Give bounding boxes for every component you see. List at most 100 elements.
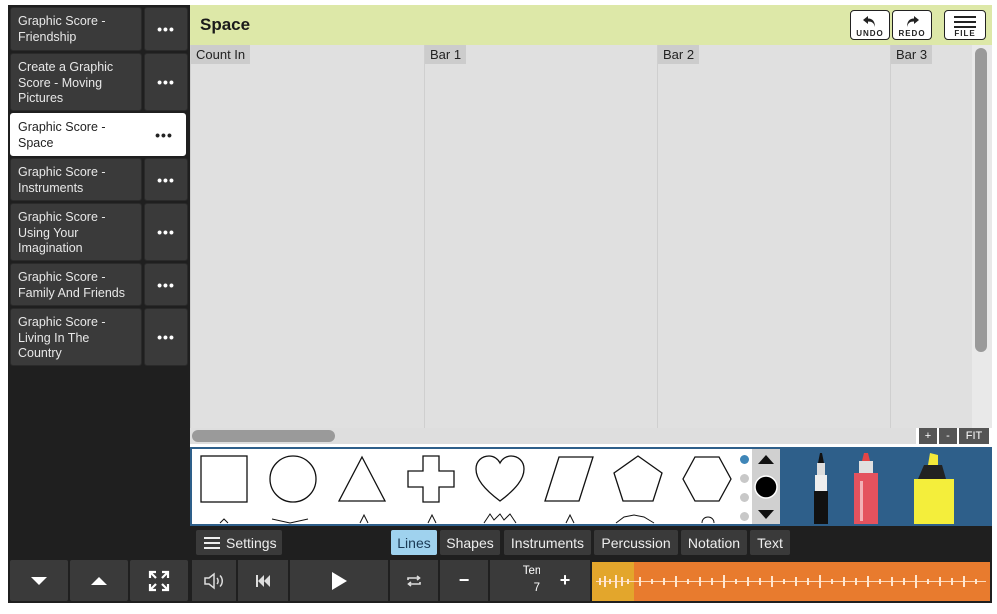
move-up-button[interactable] xyxy=(70,560,128,601)
volume-button[interactable] xyxy=(192,560,236,601)
page-dot-active[interactable] xyxy=(740,455,749,464)
project-title[interactable]: Graphic Score - Space xyxy=(10,113,142,156)
file-menu-button[interactable]: FILE xyxy=(944,10,986,40)
bar-label: Bar 3 xyxy=(891,45,933,64)
project-more-button[interactable]: ••• xyxy=(144,263,188,306)
menu-icon xyxy=(204,536,220,549)
horizontal-scrollbar[interactable] xyxy=(190,428,916,444)
project-title[interactable]: Create a Graphic Score - Moving Pictures xyxy=(10,53,142,111)
project-sidebar: Graphic Score - Friendship ••• Create a … xyxy=(8,5,190,603)
project-title[interactable]: Graphic Score - Family And Friends xyxy=(10,263,142,306)
selected-color-swatch[interactable] xyxy=(754,475,778,499)
arrow-down-icon[interactable] xyxy=(757,509,775,521)
arrow-up-icon[interactable] xyxy=(757,453,775,465)
drawing-palette xyxy=(190,447,992,526)
tab-notation[interactable]: Notation xyxy=(681,530,747,555)
fullscreen-button[interactable] xyxy=(130,560,188,601)
canvas-footer: + - FIT xyxy=(190,428,992,446)
bar-label: Bar 2 xyxy=(658,45,700,64)
project-title[interactable]: Graphic Score - Living In The Country xyxy=(10,308,142,366)
zoom-fit-button[interactable]: FIT xyxy=(959,428,989,444)
tool-tabs: Settings Lines Shapes Instruments Percus… xyxy=(190,526,992,558)
play-button[interactable] xyxy=(290,560,388,601)
tab-shapes[interactable]: Shapes xyxy=(440,530,500,555)
zoom-out-button[interactable]: - xyxy=(939,428,957,444)
play-icon xyxy=(332,571,347,590)
horizontal-scroll-thumb[interactable] xyxy=(192,430,335,442)
project-more-button[interactable]: ••• xyxy=(144,53,188,111)
zoom-in-button[interactable]: + xyxy=(919,428,937,444)
project-item[interactable]: Graphic Score - Friendship ••• xyxy=(10,7,188,51)
pentagon-shape-icon[interactable] xyxy=(612,453,664,505)
project-title[interactable]: Graphic Score - Friendship xyxy=(10,7,142,51)
chevron-down-icon xyxy=(31,576,47,585)
page-title: Space xyxy=(200,15,251,34)
score-canvas[interactable]: Count In Bar 1 Bar 2 Bar 3 xyxy=(190,45,992,428)
project-item[interactable]: Graphic Score - Living In The Country ••… xyxy=(10,308,188,366)
settings-label: Settings xyxy=(226,534,277,551)
project-item[interactable]: Graphic Score - Using Your Imagination •… xyxy=(10,203,188,261)
drawing-tools-panel xyxy=(780,449,990,524)
tab-percussion[interactable]: Percussion xyxy=(594,530,678,555)
page-dot[interactable] xyxy=(740,512,749,521)
project-more-button[interactable]: ••• xyxy=(144,203,188,261)
project-item[interactable]: Create a Graphic Score - Moving Pictures… xyxy=(10,53,188,111)
palette-page-indicator xyxy=(738,453,750,523)
redo-icon xyxy=(907,16,919,27)
project-title[interactable]: Graphic Score - Instruments xyxy=(10,158,142,201)
tempo-decrease-button[interactable]: − xyxy=(440,560,488,601)
bar-column[interactable]: Count In xyxy=(190,45,424,428)
fullscreen-icon xyxy=(148,570,170,591)
bar-label: Bar 1 xyxy=(425,45,467,64)
hamburger-icon xyxy=(954,16,976,28)
project-title[interactable]: Graphic Score - Using Your Imagination xyxy=(10,203,142,261)
project-more-button[interactable]: ••• xyxy=(144,158,188,201)
move-down-button[interactable] xyxy=(10,560,68,601)
yellow-highlighter-icon[interactable] xyxy=(904,451,960,524)
circle-shape-icon[interactable] xyxy=(267,453,319,505)
triangle-shape-icon[interactable] xyxy=(336,453,388,505)
rewind-button[interactable] xyxy=(238,560,288,601)
cross-shape-icon[interactable] xyxy=(405,453,457,505)
vertical-scrollbar[interactable] xyxy=(972,45,992,428)
hexagon-shape-icon[interactable] xyxy=(681,453,733,505)
loop-icon xyxy=(407,574,421,587)
project-more-button[interactable]: ••• xyxy=(144,7,188,51)
undo-icon xyxy=(863,16,875,27)
tab-text[interactable]: Text xyxy=(750,530,790,555)
tab-instruments[interactable]: Instruments xyxy=(504,530,591,555)
timeline-waveform[interactable] xyxy=(592,562,990,601)
undo-label: UNDO xyxy=(856,29,884,38)
redo-label: REDO xyxy=(898,29,926,38)
transport-bar: − Tempo 72 + xyxy=(190,558,992,603)
shapes-panel xyxy=(192,449,752,524)
black-marker-icon[interactable] xyxy=(806,451,836,524)
page-dot[interactable] xyxy=(740,474,749,483)
vertical-scroll-thumb[interactable] xyxy=(975,48,987,352)
app-window: Graphic Score - Friendship ••• Create a … xyxy=(0,0,997,614)
window-frame-right xyxy=(992,0,997,614)
skip-back-icon xyxy=(256,574,270,587)
bar-column[interactable]: Bar 2 xyxy=(657,45,891,428)
undo-button[interactable]: UNDO xyxy=(850,10,890,40)
tab-lines[interactable]: Lines xyxy=(391,530,437,555)
bar-column[interactable]: Bar 1 xyxy=(424,45,658,428)
tempo-increase-button[interactable]: + xyxy=(540,560,590,601)
project-more-button[interactable]: ••• xyxy=(142,113,186,156)
chevron-up-icon xyxy=(91,576,107,585)
project-item-active[interactable]: Graphic Score - Space ••• xyxy=(10,113,188,156)
rhombus-shape-icon[interactable] xyxy=(543,453,595,505)
speaker-icon xyxy=(204,571,223,590)
red-marker-icon[interactable] xyxy=(846,451,886,524)
square-shape-icon[interactable] xyxy=(198,453,250,505)
project-item[interactable]: Graphic Score - Family And Friends ••• xyxy=(10,263,188,306)
redo-button[interactable]: REDO xyxy=(892,10,932,40)
project-more-button[interactable]: ••• xyxy=(144,308,188,366)
page-dot[interactable] xyxy=(740,493,749,502)
loop-button[interactable] xyxy=(390,560,438,601)
settings-button[interactable]: Settings xyxy=(196,530,282,555)
project-item[interactable]: Graphic Score - Instruments ••• xyxy=(10,158,188,201)
file-label: FILE xyxy=(954,29,976,38)
bar-label: Count In xyxy=(191,45,251,64)
heart-shape-icon[interactable] xyxy=(474,453,526,505)
